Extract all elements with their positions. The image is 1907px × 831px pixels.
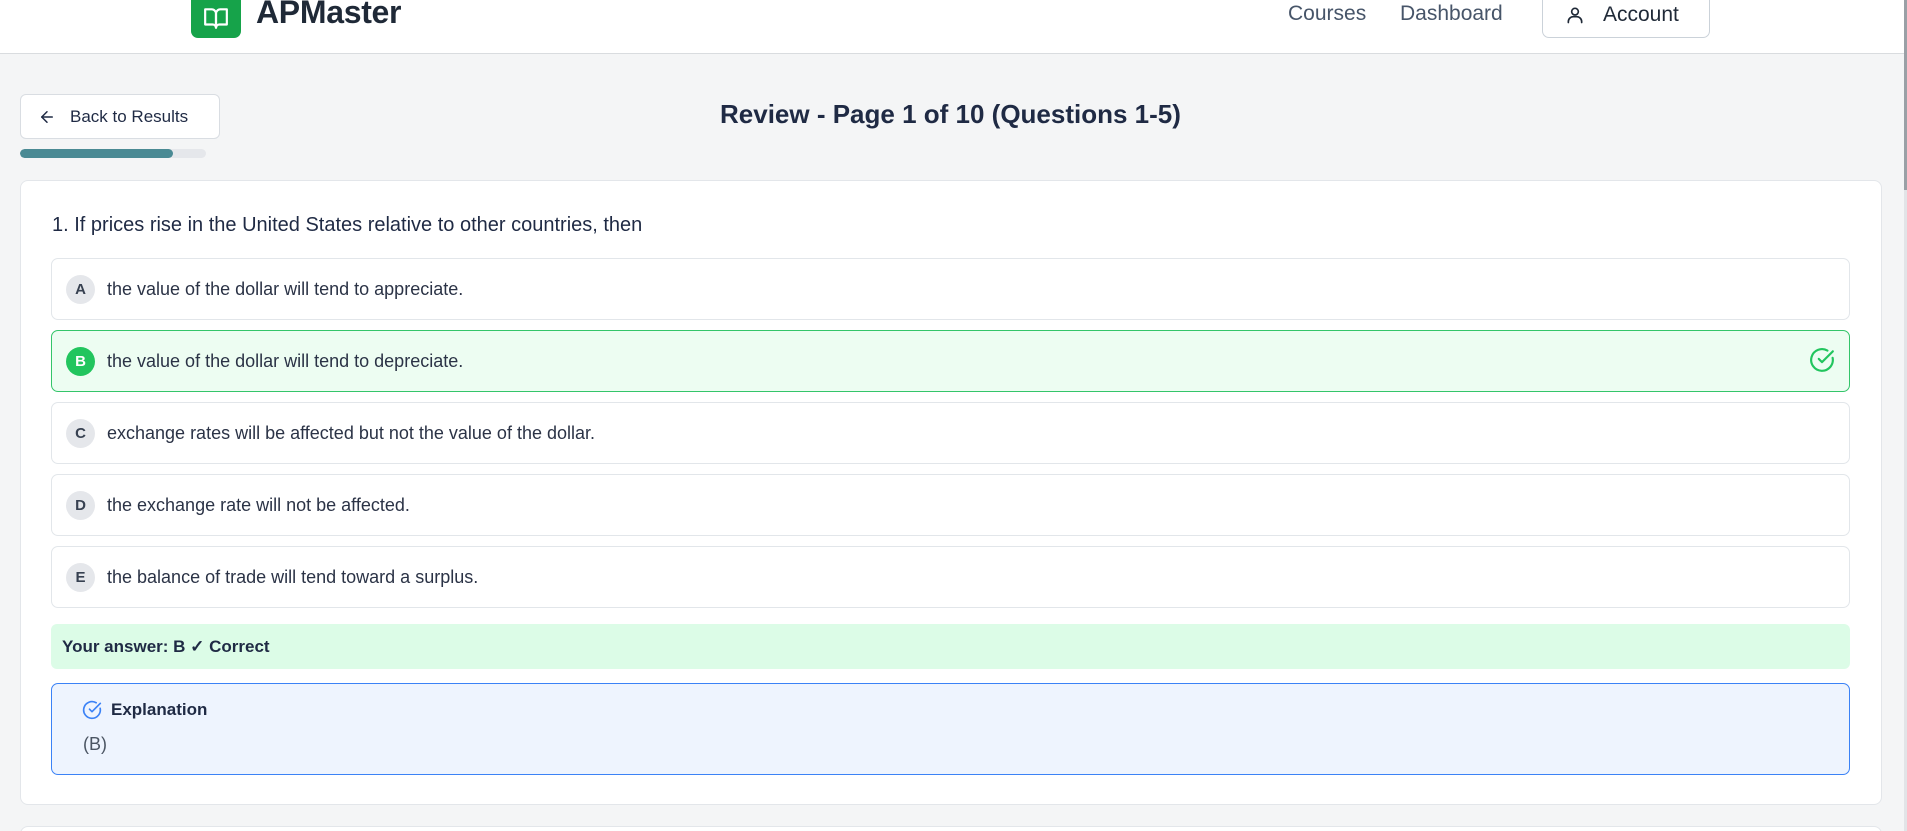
brand-name[interactable]: APMaster [256,0,402,31]
option-letter: D [66,490,95,520]
explanation-header: Explanation [82,700,207,720]
option-b[interactable]: B the value of the dollar will tend to d… [51,330,1850,392]
top-navbar: APMaster Courses Dashboard Account [0,0,1904,54]
option-letter: C [66,418,95,448]
question-text: 1. If prices rise in the United States r… [52,214,643,236]
page-title: Review - Page 1 of 10 (Questions 1-5) [720,99,1181,129]
question-card: 1. If prices rise in the United States r… [20,180,1882,805]
option-text: the balance of trade will tend toward a … [107,566,479,587]
logo[interactable] [191,0,241,38]
option-letter: E [66,562,95,592]
option-text: exchange rates will be affected but not … [107,422,595,443]
option-text: the value of the dollar will tend to app… [107,278,464,299]
explanation-label: Explanation [111,700,208,719]
option-letter: A [66,274,95,304]
nav-dashboard-link[interactable]: Dashboard [1400,2,1503,26]
circle-check-icon [1810,348,1834,372]
account-label: Account [1603,3,1679,26]
nav-courses-link[interactable]: Courses [1288,2,1366,26]
option-letter: B [66,346,95,376]
option-c[interactable]: C exchange rates will be affected but no… [51,402,1850,464]
option-text: the value of the dollar will tend to dep… [107,350,464,371]
next-question-card [20,826,1882,831]
user-icon [1567,7,1583,24]
back-to-results-button[interactable]: Back to Results [20,94,220,139]
review-progress-bar [20,149,206,158]
option-e[interactable]: E the balance of trade will tend toward … [51,546,1850,608]
option-text: the exchange rate will not be affected. [107,494,410,515]
circle-check-icon [82,700,102,720]
back-label: Back to Results [70,106,189,126]
review-progress-fill [20,149,173,158]
option-d[interactable]: D the exchange rate will not be affected… [51,474,1850,536]
book-open-icon [204,7,228,29]
explanation-text: (B) [83,734,107,754]
explanation-box: Explanation (B) [51,683,1850,775]
arrow-left-icon [41,110,53,123]
option-a[interactable]: A the value of the dollar will tend to a… [51,258,1850,320]
account-button[interactable]: Account [1542,0,1710,38]
your-answer-banner: Your answer: B ✓ Correct [51,624,1850,669]
